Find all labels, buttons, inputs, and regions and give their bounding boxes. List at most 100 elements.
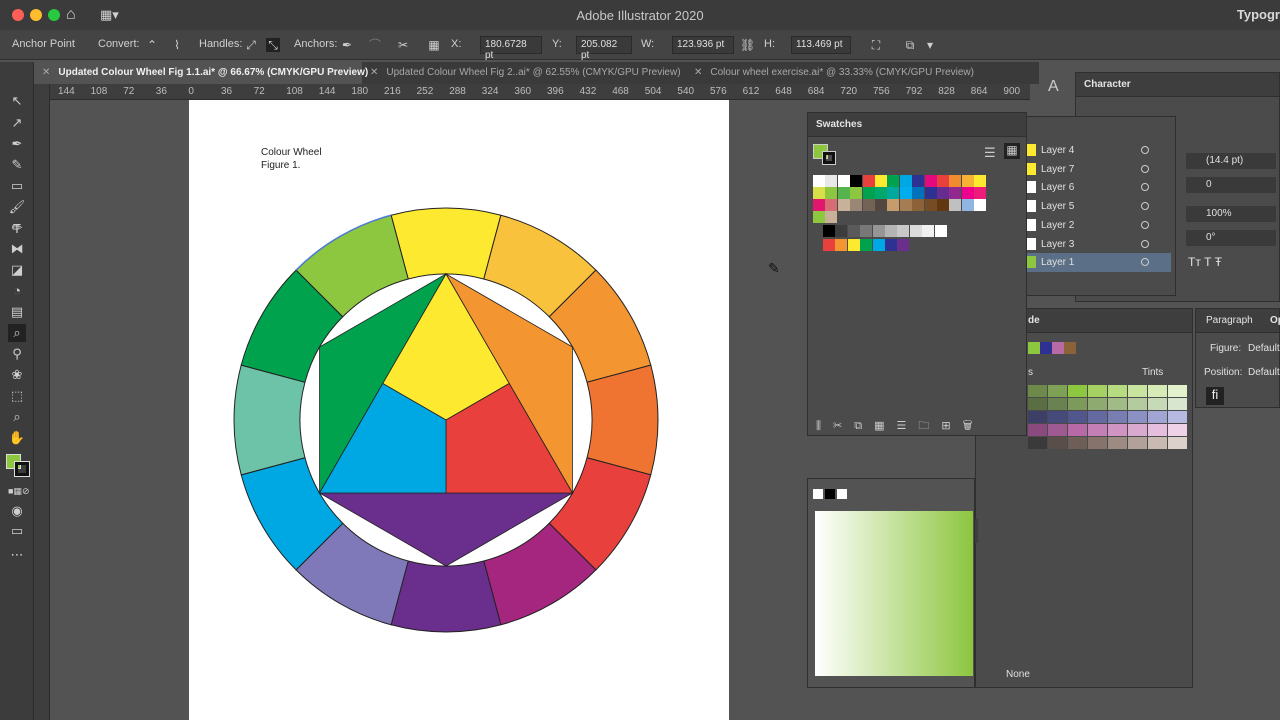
constrain-proportions-icon[interactable]: ⛓ bbox=[740, 38, 755, 52]
color-swatch[interactable] bbox=[909, 225, 922, 237]
color-swatch[interactable] bbox=[823, 225, 835, 237]
horizontal-scale-field[interactable]: 100% bbox=[1186, 206, 1276, 222]
color-guide-swatch[interactable] bbox=[1148, 398, 1167, 410]
color-swatch[interactable] bbox=[937, 175, 949, 187]
layer-target-icon[interactable] bbox=[1141, 220, 1149, 229]
color-guide-swatch[interactable] bbox=[1048, 398, 1067, 410]
blend-tool-icon[interactable]: ⚲ bbox=[8, 345, 26, 363]
wheel-segment[interactable] bbox=[390, 207, 502, 280]
color-swatch[interactable] bbox=[825, 175, 838, 187]
character-panel-title[interactable]: Character bbox=[1084, 79, 1131, 90]
stroke-color-swatch[interactable] bbox=[14, 461, 30, 477]
colour-wheel-artwork[interactable] bbox=[230, 204, 662, 636]
color-guide-swatch[interactable] bbox=[1088, 398, 1107, 410]
show-handles-icon[interactable]: ⤢ bbox=[244, 38, 258, 52]
color-swatch[interactable] bbox=[862, 175, 875, 187]
color-swatch[interactable] bbox=[887, 175, 900, 187]
color-guide-swatch[interactable] bbox=[1068, 398, 1087, 410]
color-swatch[interactable] bbox=[823, 239, 835, 251]
color-swatch[interactable] bbox=[862, 199, 875, 211]
color-guide-swatch[interactable] bbox=[1028, 385, 1047, 397]
color-guide-swatch[interactable] bbox=[1128, 437, 1147, 449]
transform-icon[interactable]: ⛶ bbox=[869, 38, 883, 52]
ligature-icon[interactable]: ﬁ bbox=[1206, 387, 1224, 405]
color-swatch[interactable] bbox=[924, 175, 937, 187]
x-input[interactable]: 180.6728 pt bbox=[480, 36, 542, 61]
black-swatch[interactable] bbox=[825, 489, 835, 499]
tab-document-3[interactable]: ✕ Colour wheel exercise.ai* @ 33.33% (CMY… bbox=[694, 62, 994, 84]
color-guide-swatch[interactable] bbox=[1068, 411, 1087, 423]
color-guide-swatch[interactable] bbox=[1088, 424, 1107, 436]
layer-target-icon[interactable] bbox=[1141, 183, 1149, 192]
cut-path-icon[interactable]: ✂ bbox=[396, 38, 410, 52]
layer-row[interactable]: Layer 5 bbox=[1021, 197, 1171, 216]
color-swatch[interactable] bbox=[934, 225, 947, 237]
color-guide-swatch[interactable] bbox=[1128, 424, 1147, 436]
color-guide-swatch[interactable] bbox=[1068, 424, 1087, 436]
wheel-segment[interactable] bbox=[390, 560, 502, 633]
white-swatch[interactable] bbox=[837, 489, 847, 499]
color-guide-swatch[interactable] bbox=[1148, 385, 1167, 397]
color-swatch[interactable] bbox=[813, 175, 825, 187]
layer-target-icon[interactable] bbox=[1141, 146, 1149, 154]
h-input[interactable]: 113.469 pt bbox=[791, 36, 851, 54]
symbol-sprayer-tool-icon[interactable]: ❀ bbox=[8, 366, 26, 384]
close-tab-icon[interactable]: ✕ bbox=[694, 67, 702, 78]
none-swatch-icon[interactable] bbox=[813, 489, 823, 499]
color-guide-swatch[interactable] bbox=[1048, 437, 1067, 449]
color-swatch[interactable] bbox=[835, 239, 848, 251]
color-swatch[interactable] bbox=[850, 187, 863, 199]
color-swatch[interactable] bbox=[872, 239, 885, 251]
harmony-swatch[interactable] bbox=[1040, 342, 1052, 354]
layer-target-icon[interactable] bbox=[1141, 164, 1149, 173]
eyedropper-tool-icon[interactable]: ⌕ bbox=[8, 324, 26, 342]
color-guide-swatch[interactable] bbox=[1168, 424, 1187, 436]
draw-mode-icon[interactable]: ◉ bbox=[8, 502, 26, 520]
layer-target-icon[interactable] bbox=[1141, 239, 1149, 248]
color-swatch[interactable] bbox=[974, 199, 987, 211]
color-swatch[interactable] bbox=[813, 199, 825, 211]
close-tab-icon[interactable]: ✕ bbox=[370, 67, 378, 78]
color-guide-swatch[interactable] bbox=[1028, 424, 1047, 436]
reference-point-icon[interactable]: ▦ bbox=[427, 38, 441, 52]
color-guide-swatch[interactable] bbox=[1168, 411, 1187, 423]
color-guide-swatch[interactable] bbox=[1168, 385, 1187, 397]
screen-mode-icon[interactable]: ▭ bbox=[8, 522, 26, 540]
color-guide-swatch[interactable] bbox=[1068, 437, 1087, 449]
color-guide-swatch[interactable] bbox=[1148, 411, 1167, 423]
color-swatch[interactable] bbox=[949, 175, 962, 187]
layer-row[interactable]: Layer 7 bbox=[1021, 160, 1171, 179]
color-swatch[interactable] bbox=[887, 199, 900, 211]
hide-handles-icon[interactable]: ⤡ bbox=[266, 38, 280, 52]
workspace-name[interactable]: Typogr bbox=[1237, 7, 1280, 22]
swatches-stroke-indicator[interactable] bbox=[822, 151, 836, 165]
color-swatch[interactable] bbox=[813, 211, 825, 223]
color-swatch[interactable] bbox=[860, 225, 873, 237]
color-swatch[interactable] bbox=[912, 175, 925, 187]
layer-row[interactable]: Layer 3 bbox=[1021, 235, 1171, 254]
warp-tool-icon[interactable]: ◔ bbox=[8, 282, 26, 300]
thumbnail-view-icon[interactable]: ▦ bbox=[1004, 143, 1020, 159]
tab-paragraph[interactable]: Paragraph bbox=[1206, 315, 1253, 326]
color-swatch[interactable] bbox=[924, 187, 937, 199]
color-swatch[interactable] bbox=[924, 199, 937, 211]
color-guide-partial-tab[interactable]: de bbox=[1028, 315, 1040, 326]
color-swatch[interactable] bbox=[875, 187, 887, 199]
connect-anchor-icon[interactable]: ⌒ bbox=[368, 38, 382, 52]
color-guide-swatch[interactable] bbox=[1168, 398, 1187, 410]
color-mode-icon[interactable]: ■▦⊘ bbox=[8, 482, 29, 500]
color-swatch[interactable] bbox=[872, 225, 885, 237]
leading-field[interactable]: (14.4 pt) bbox=[1186, 153, 1276, 169]
color-swatch[interactable] bbox=[850, 199, 863, 211]
edit-toolbar-icon[interactable]: ⋯ bbox=[8, 546, 26, 564]
artboard-tool-icon[interactable]: ⬚ bbox=[8, 387, 26, 405]
layer-target-icon[interactable] bbox=[1141, 202, 1149, 211]
harmony-swatch[interactable] bbox=[1052, 342, 1064, 354]
arrange-icon[interactable]: ⧉ bbox=[903, 38, 917, 52]
color-guide-swatch[interactable] bbox=[1108, 411, 1127, 423]
color-swatch[interactable] bbox=[813, 187, 825, 199]
color-guide-swatch[interactable] bbox=[1108, 437, 1127, 449]
rotate-field[interactable]: 0° bbox=[1186, 230, 1276, 246]
color-swatch[interactable] bbox=[937, 199, 949, 211]
color-guide-swatch[interactable] bbox=[1048, 411, 1067, 423]
